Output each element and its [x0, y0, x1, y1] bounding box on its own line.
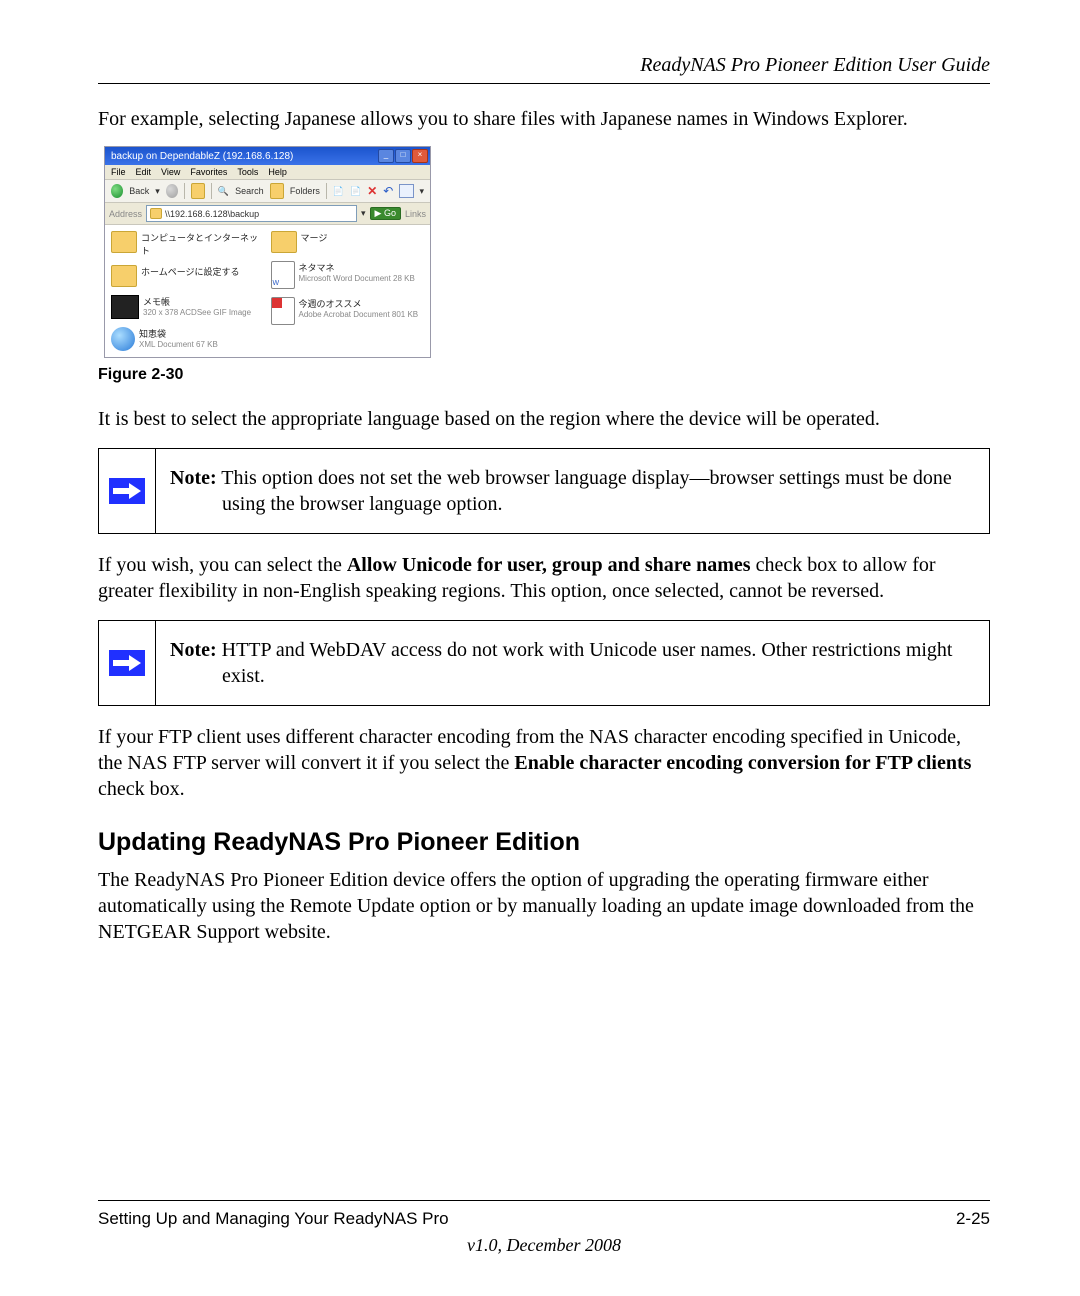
folder-icon — [111, 231, 137, 253]
explorer-screenshot: backup on DependableZ (192.168.6.128) _ … — [104, 146, 431, 358]
paragraph-region: It is best to select the appropriate lan… — [98, 406, 990, 432]
copy-icon: 📄 — [333, 186, 344, 197]
footer-version: v1.0, December 2008 — [98, 1235, 990, 1256]
menu-favorites: Favorites — [190, 167, 227, 177]
minimize-icon: _ — [378, 149, 394, 163]
file-item: 今週のオススメAdobe Acrobat Document 801 KB — [271, 297, 425, 325]
menu-file: File — [111, 167, 126, 177]
explorer-toolbar: Back ▾ 🔍Search Folders 📄 📄 ✕ ↶ ▾ — [105, 179, 430, 203]
go-button: ▶ Go — [370, 207, 401, 220]
footer-rule — [98, 1200, 990, 1201]
up-folder-icon — [191, 183, 205, 199]
note-text: HTTP and WebDAV access do not work with … — [217, 639, 953, 687]
maximize-icon: □ — [395, 149, 411, 163]
arrow-right-icon — [109, 650, 145, 676]
note-text: This option does not set the web browser… — [217, 467, 952, 515]
menu-tools: Tools — [237, 167, 258, 177]
page-header-title: ReadyNAS Pro Pioneer Edition User Guide — [98, 54, 990, 77]
paragraph-unicode: If you wish, you can select the Allow Un… — [98, 552, 990, 604]
file-item: マージ — [271, 231, 425, 253]
menu-edit: Edit — [136, 167, 152, 177]
menu-view: View — [161, 167, 180, 177]
header-rule — [98, 83, 990, 84]
explorer-window-title: backup on DependableZ (192.168.6.128) — [111, 151, 293, 162]
back-label: Back — [129, 186, 149, 196]
explorer-menubar: File Edit View Favorites Tools Help — [105, 165, 430, 179]
gif-icon — [111, 295, 139, 319]
paragraph-updating: The ReadyNAS Pro Pioneer Edition device … — [98, 867, 990, 945]
folder-icon — [111, 265, 137, 287]
forward-icon — [166, 184, 178, 198]
section-heading-updating: Updating ReadyNAS Pro Pioneer Edition — [98, 828, 990, 857]
delete-icon: ✕ — [367, 184, 377, 198]
note-label: Note: — [170, 639, 217, 661]
page-number: 2-25 — [956, 1209, 990, 1229]
note-callout-2: Note: HTTP and WebDAV access do not work… — [98, 620, 990, 706]
back-icon — [111, 184, 123, 198]
paragraph-intro: For example, selecting Japanese allows y… — [98, 106, 990, 132]
note-label: Note: — [170, 467, 217, 489]
file-item: コンピュータとインターネット — [111, 231, 265, 257]
close-icon: × — [412, 149, 428, 163]
ie-icon — [111, 327, 135, 351]
menu-help: Help — [268, 167, 287, 177]
paragraph-ftp: If your FTP client uses different charac… — [98, 724, 990, 802]
pdf-icon — [271, 297, 295, 325]
address-input: \\192.168.6.128\backup — [146, 205, 357, 222]
move-icon: 📄 — [350, 186, 361, 197]
explorer-addressbar: Address \\192.168.6.128\backup ▾ ▶ Go Li… — [105, 203, 430, 225]
address-label: Address — [109, 209, 142, 219]
folders-icon — [270, 183, 284, 199]
file-item: 知恵袋XML Document 67 KB — [111, 327, 265, 351]
links-label: Links — [405, 209, 426, 219]
explorer-titlebar: backup on DependableZ (192.168.6.128) _ … — [105, 147, 430, 165]
file-item: メモ帳320 x 378 ACDSee GIF Image — [111, 295, 265, 319]
word-doc-icon — [271, 261, 295, 289]
folder-icon — [271, 231, 297, 253]
file-item: ホームページに設定する — [111, 265, 265, 287]
views-icon — [399, 184, 413, 198]
footer-left: Setting Up and Managing Your ReadyNAS Pr… — [98, 1209, 449, 1229]
search-label: Search — [235, 186, 264, 196]
figure-caption: Figure 2-30 — [98, 366, 990, 384]
undo-icon: ↶ — [383, 184, 393, 198]
arrow-right-icon — [109, 478, 145, 504]
folders-label: Folders — [290, 186, 320, 196]
file-item: ネタマネMicrosoft Word Document 28 KB — [271, 261, 425, 289]
note-callout-1: Note: This option does not set the web b… — [98, 448, 990, 534]
